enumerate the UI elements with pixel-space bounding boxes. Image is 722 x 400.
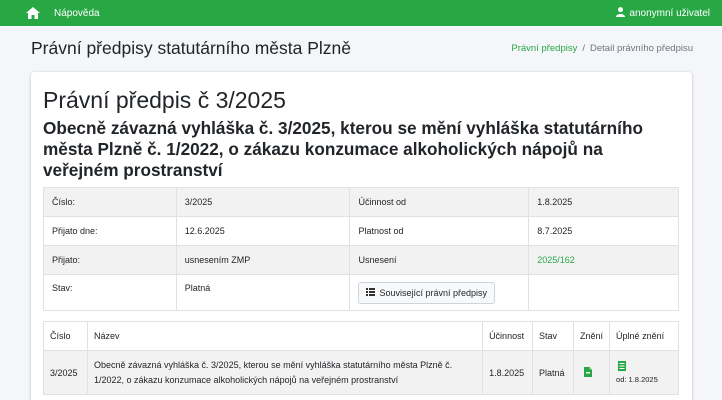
table-row: 3/2025 Obecně závazná vyhláška č. 3/2025… xyxy=(43,350,679,395)
page-header: Právní předpisy statutárního města Plzně… xyxy=(0,26,722,70)
column-header-nazev: Název xyxy=(86,321,484,351)
related-documents-button[interactable]: Související právní předpisy xyxy=(358,282,496,304)
document-title: Právní předpis č 3/2025 xyxy=(43,87,286,113)
usneseni-label: Usnesení xyxy=(349,245,530,275)
pdf-file-icon[interactable] xyxy=(584,366,593,379)
user-icon xyxy=(616,6,626,20)
document-subtitle: Obecně závazná vyhláška č. 3/2025, ktero… xyxy=(43,118,643,180)
breadcrumb-separator: / xyxy=(582,42,586,54)
documents-table: Číslo Název Účinnost Stav Znění Úplné zn… xyxy=(43,321,679,395)
prijato-dne-label: Přijato dne: xyxy=(43,216,177,246)
row-stav: Platná xyxy=(532,350,575,395)
usneseni-link[interactable]: 2025/162 xyxy=(537,255,575,265)
breadcrumb-current: Detail právního předpisu xyxy=(590,42,693,54)
full-version-date: od: 1.8.2025 xyxy=(616,375,658,384)
prijato-dne-value: 12.6.2025 xyxy=(175,216,351,246)
column-header-stav: Stav xyxy=(532,321,575,351)
platnost-label: Platnost od xyxy=(349,216,530,246)
prijato-label: Přijato: xyxy=(43,245,177,275)
prijato-value: usnesením ZMP xyxy=(175,245,351,275)
related-documents-label: Související právní předpisy xyxy=(379,288,488,298)
ucinnost-label: Účinnost od xyxy=(349,187,530,217)
help-link[interactable]: Nápověda xyxy=(54,8,100,19)
ucinnost-value: 1.8.2025 xyxy=(528,187,679,217)
list-icon xyxy=(366,288,376,298)
home-icon[interactable] xyxy=(26,7,40,19)
stav-value: Platná xyxy=(175,274,351,311)
column-header-zneni: Znění xyxy=(573,321,611,351)
page-title: Právní předpisy statutárního města Plzně xyxy=(31,37,352,58)
user-label: anonymní uživatel xyxy=(629,7,710,19)
info-row: Stav: Platná Související právní předpisy xyxy=(43,274,679,311)
cislo-label: Číslo: xyxy=(43,187,177,217)
info-row: Číslo: 3/2025 Účinnost od 1.8.2025 xyxy=(43,187,679,217)
document-card: Právní předpis č 3/2025 Obecně závazná v… xyxy=(31,72,692,400)
row-cislo: 3/2025 xyxy=(43,350,88,395)
column-header-ucinnost: Účinnost xyxy=(482,321,534,351)
table-header-row: Číslo Název Účinnost Stav Znění Úplné zn… xyxy=(43,321,679,351)
info-row: Přijato: usnesením ZMP Usnesení 2025/162 xyxy=(43,245,679,275)
stav-label: Stav: xyxy=(43,274,177,311)
column-header-uplne-zneni: Úplné znění xyxy=(609,321,679,351)
row-ucinnost: 1.8.2025 xyxy=(482,350,534,395)
breadcrumb-link-predpisy[interactable]: Právní předpisy xyxy=(511,43,577,54)
breadcrumb: Právní předpisy / Detail právního předpi… xyxy=(511,43,693,54)
info-table: Číslo: 3/2025 Účinnost od 1.8.2025 Přija… xyxy=(43,187,679,311)
cislo-value: 3/2025 xyxy=(175,187,351,217)
user-menu[interactable]: anonymní uživatel xyxy=(616,6,710,20)
info-row: Přijato dne: 12.6.2025 Platnost od 8.7.2… xyxy=(43,216,679,246)
platnost-value: 8.7.2025 xyxy=(528,216,679,246)
top-navbar: Nápověda anonymní uživatel xyxy=(0,0,722,26)
document-file-icon[interactable] xyxy=(618,361,627,373)
row-nazev: Obecně závazná vyhláška č. 3/2025, ktero… xyxy=(86,350,484,395)
column-header-cislo: Číslo xyxy=(43,321,88,351)
